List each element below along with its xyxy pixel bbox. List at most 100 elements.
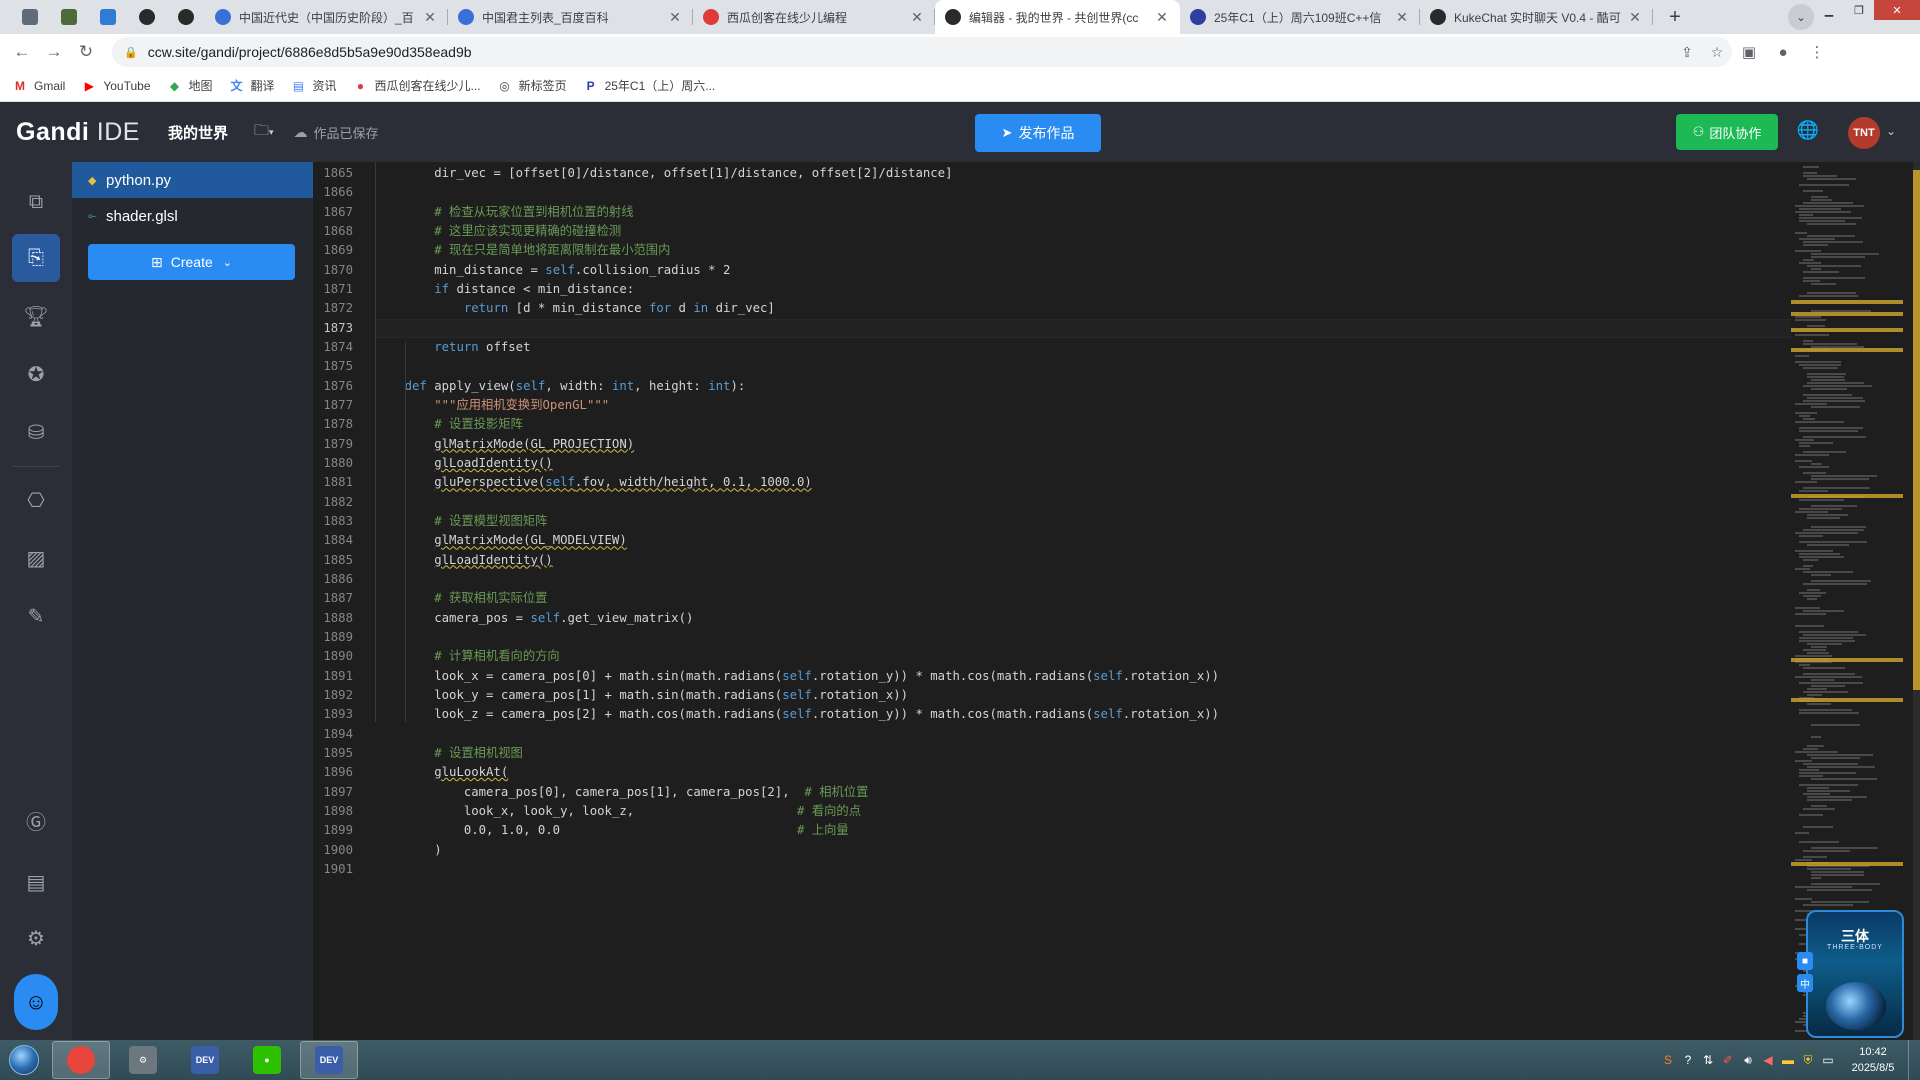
browser-tab[interactable]: 25年C1（上）周六109班C++信 ✕ bbox=[1180, 0, 1420, 34]
code-line[interactable]: ) bbox=[375, 841, 441, 860]
bookmark-item[interactable]: M Gmail bbox=[12, 79, 65, 93]
taskbar-app-wechat[interactable]: ● bbox=[238, 1041, 296, 1079]
start-button[interactable] bbox=[0, 1040, 48, 1080]
display-icon[interactable]: ▭ bbox=[1818, 1053, 1838, 1067]
file-item[interactable]: ⟜ shader.glsl bbox=[72, 198, 313, 234]
close-tab-icon[interactable]: ✕ bbox=[667, 9, 683, 26]
code-line[interactable]: def apply_view(self, width: int, height:… bbox=[375, 377, 746, 396]
code-line[interactable]: camera_pos = self.get_view_matrix() bbox=[375, 609, 693, 628]
scrollbar-thumb[interactable] bbox=[1913, 170, 1920, 690]
close-tab-icon[interactable]: ✕ bbox=[422, 9, 438, 26]
code-line[interactable]: # 检查从玩家位置到相机位置的射线 bbox=[375, 203, 633, 222]
pinned-tab-4[interactable] bbox=[127, 0, 166, 34]
menu-button[interactable]: ⋮ bbox=[1800, 43, 1834, 61]
browser-tab[interactable]: 西瓜创客在线少儿编程 ✕ bbox=[693, 0, 935, 34]
code-line[interactable]: 0.0, 1.0, 0.0 # 上向量 bbox=[375, 821, 849, 840]
chevron-down-icon[interactable]: ⌄ bbox=[1886, 124, 1896, 138]
network-icon[interactable]: ⇅ bbox=[1698, 1053, 1718, 1067]
close-window-button[interactable]: ✕ bbox=[1874, 0, 1920, 20]
reload-button[interactable]: ↻ bbox=[70, 36, 102, 68]
publish-button[interactable]: ➤ 发布作品 bbox=[975, 114, 1101, 152]
taskbar-app-settings[interactable]: ⚙ bbox=[114, 1041, 172, 1079]
clock[interactable]: 10:42 2025/8/5 bbox=[1838, 1044, 1908, 1076]
app-tray-icon[interactable]: S bbox=[1658, 1053, 1678, 1067]
widget-tag[interactable]: ■ bbox=[1797, 952, 1813, 970]
star-icon[interactable]: ☆ bbox=[1702, 44, 1732, 61]
code-line[interactable]: """应用相机变换到OpenGL""" bbox=[375, 396, 609, 415]
bookmark-item[interactable]: ◆ 地图 bbox=[167, 77, 213, 94]
gandi-logo[interactable]: Gandi IDE bbox=[16, 118, 140, 147]
avatar[interactable]: TNT bbox=[1848, 117, 1880, 149]
code-line[interactable]: look_z = camera_pos[2] + math.cos(math.r… bbox=[375, 705, 1219, 724]
create-button[interactable]: ⊞ Create ⌄ bbox=[88, 244, 295, 280]
back-button[interactable]: ← bbox=[6, 36, 38, 68]
code-line[interactable]: look_x, look_y, look_z, # 看向的点 bbox=[375, 802, 861, 821]
code-line[interactable]: min_distance = self.collision_radius * 2 bbox=[375, 261, 730, 280]
assistant-avatar-icon[interactable]: ☺ bbox=[14, 974, 58, 1030]
code-line[interactable]: return [d * min_distance for d in dir_ve… bbox=[375, 299, 775, 318]
code-line[interactable]: glMatrixMode(GL_MODELVIEW) bbox=[375, 531, 627, 550]
code-line[interactable]: gluLookAt( bbox=[375, 763, 508, 782]
code-line[interactable]: glMatrixMode(GL_PROJECTION) bbox=[375, 435, 634, 454]
code-line[interactable]: look_y = camera_pos[1] + math.sin(math.r… bbox=[375, 686, 908, 705]
share-icon[interactable]: ⇪ bbox=[1672, 44, 1702, 61]
taskbar-app-chrome[interactable] bbox=[52, 1041, 110, 1079]
team-collab-button[interactable]: ⚇ 团队协作 bbox=[1676, 114, 1778, 150]
pinned-tab-2[interactable] bbox=[49, 0, 88, 34]
code-line[interactable]: # 设置相机视图 bbox=[375, 744, 523, 763]
profile-button[interactable]: ● bbox=[1766, 44, 1800, 61]
code-line[interactable]: # 现在只是简单地将距离限制在最小范围内 bbox=[375, 241, 670, 260]
code-line[interactable]: if distance < min_distance: bbox=[375, 280, 634, 299]
maximize-button[interactable]: ❐ bbox=[1844, 0, 1874, 20]
code-line[interactable]: # 设置投影矩阵 bbox=[375, 415, 523, 434]
globe-icon[interactable]: 🌐 bbox=[1796, 120, 1820, 144]
tab-search-button[interactable]: ⌄ bbox=[1788, 4, 1814, 30]
clipboard-icon[interactable]: ▤ bbox=[12, 858, 60, 906]
help-icon[interactable]: ? bbox=[1678, 1053, 1698, 1067]
new-tab-button[interactable]: + bbox=[1661, 3, 1689, 31]
trophy-icon[interactable]: 🏆︎ bbox=[12, 292, 60, 340]
pinned-tab-3[interactable] bbox=[88, 0, 127, 34]
gear-icon[interactable]: ⚙ bbox=[12, 914, 60, 962]
image-icon[interactable]: ▨ bbox=[12, 534, 60, 582]
minimize-button[interactable]: ▁ bbox=[1814, 0, 1844, 20]
taskbar-app-devcpp-2[interactable]: DEV bbox=[300, 1041, 358, 1079]
folder-menu[interactable]: 🗀▾ bbox=[254, 120, 274, 145]
project-name[interactable]: 我的世界 bbox=[168, 122, 228, 143]
code-line[interactable]: gluPerspective(self.fov, width/height, 0… bbox=[375, 473, 812, 492]
side-panel-button[interactable]: ▣ bbox=[1732, 43, 1766, 61]
pinned-tab-1[interactable] bbox=[10, 0, 49, 34]
code-line[interactable]: dir_vec = [offset[0]/distance, offset[1]… bbox=[375, 164, 952, 183]
show-desktop-button[interactable] bbox=[1908, 1040, 1920, 1080]
forward-button[interactable]: → bbox=[38, 36, 70, 68]
browser-tab[interactable]: 中国君主列表_百度百科 ✕ bbox=[448, 0, 693, 34]
code-line[interactable]: glLoadIdentity() bbox=[375, 454, 552, 473]
code-line[interactable]: look_x = camera_pos[0] + math.sin(math.r… bbox=[375, 667, 1219, 686]
volume-icon[interactable]: 🔊︎ bbox=[1738, 1053, 1758, 1068]
close-tab-icon[interactable]: ✕ bbox=[1627, 9, 1643, 26]
floating-video-widget[interactable]: 三体 THREE-BODY bbox=[1806, 910, 1904, 1038]
bookmark-item[interactable]: P 25年C1（上）周六... bbox=[583, 77, 716, 94]
file-item[interactable]: ◆ python.py bbox=[72, 162, 313, 198]
close-tab-icon[interactable]: ✕ bbox=[1154, 9, 1170, 26]
browser-tab[interactable]: KukeChat 实时聊天 V0.4 - 酷可 ✕ bbox=[1420, 0, 1653, 34]
bookmark-item[interactable]: ● 西瓜创客在线少儿... bbox=[353, 77, 481, 94]
script-files-icon[interactable]: ⎘ bbox=[12, 234, 60, 282]
pen-icon[interactable]: ✐ bbox=[1718, 1053, 1738, 1067]
taskbar-app-devcpp-1[interactable]: DEV bbox=[176, 1041, 234, 1079]
code-line[interactable]: camera_pos[0], camera_pos[1], camera_pos… bbox=[375, 783, 869, 802]
keyboard-icon[interactable]: ▬ bbox=[1778, 1053, 1798, 1067]
address-bar[interactable]: 🔒 ccw.site/gandi/project/6886e8d5b5a9e90… bbox=[112, 37, 1732, 67]
browser-tab[interactable]: 中国近代史（中国历史阶段）_百 ✕ bbox=[205, 0, 448, 34]
database-icon[interactable]: ⛁ bbox=[12, 408, 60, 456]
code-line[interactable]: # 这里应该实现更精确的碰撞检测 bbox=[375, 222, 621, 241]
code-line[interactable]: # 获取相机实际位置 bbox=[375, 589, 547, 608]
widget-tag[interactable]: 中 bbox=[1797, 974, 1813, 992]
code-line[interactable]: # 设置模型视图矩阵 bbox=[375, 512, 547, 531]
browser-tab[interactable]: 编辑器 - 我的世界 - 共创世界(cc ✕ bbox=[935, 0, 1180, 34]
shield-icon[interactable]: ⛨ bbox=[1798, 1053, 1818, 1068]
bookmark-item[interactable]: ▤ 资讯 bbox=[291, 77, 337, 94]
edit-panel-icon[interactable]: ✎ bbox=[12, 592, 60, 640]
minimap[interactable] bbox=[1791, 162, 1920, 1040]
code-editor[interactable]: 1865 1866 1867 1868 1869 1870 1871 1872 1873 1874… bbox=[313, 162, 1920, 1040]
